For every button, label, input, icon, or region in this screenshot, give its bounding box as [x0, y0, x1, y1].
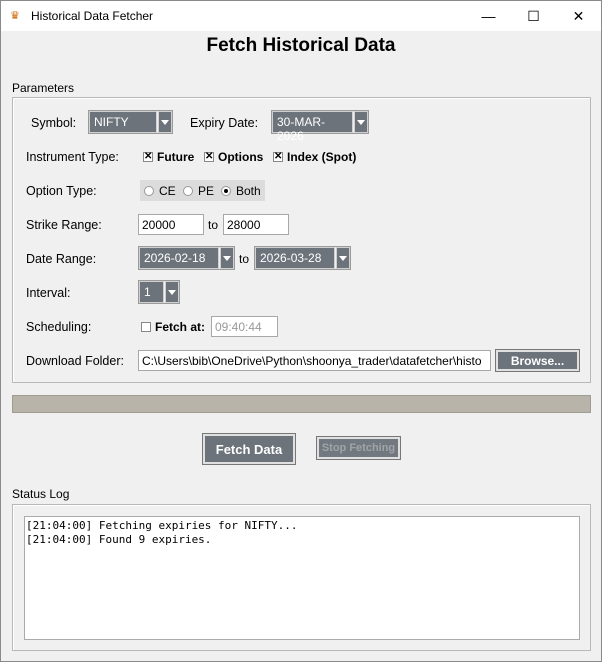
scheduling-label: Scheduling:	[26, 320, 92, 334]
symbol-label: Symbol:	[31, 116, 77, 130]
index-spot-checkbox[interactable]: ✕ Index (Spot)	[273, 150, 356, 164]
radio-ce[interactable]: CE	[140, 180, 180, 201]
future-label: Future	[157, 150, 195, 164]
instrument-type-label: Instrument Type:	[26, 150, 119, 164]
fetch-at-label: Fetch at:	[155, 320, 206, 334]
chevron-down-icon[interactable]	[165, 281, 179, 303]
strike-from-input[interactable]: 20000	[138, 214, 204, 235]
parameters-label: Parameters	[12, 81, 75, 95]
log-line: [21:04:00] Fetching expiries for NIFTY..…	[26, 519, 298, 532]
radio-ce-label: CE	[159, 183, 176, 198]
symbol-combobox[interactable]: NIFTY	[88, 110, 173, 134]
log-line: [21:04:00] Found 9 expiries.	[26, 533, 212, 546]
browse-button[interactable]: Browse...	[495, 349, 580, 372]
maximize-button[interactable]: ☐	[511, 1, 556, 31]
symbol-value: NIFTY	[89, 111, 157, 133]
expiry-combobox[interactable]: 30-MAR-2026	[271, 110, 369, 143]
strike-to-input[interactable]: 28000	[223, 214, 289, 235]
title-bar: ♛ Historical Data Fetcher — ☐ ✕	[1, 1, 601, 31]
progress-bar	[12, 395, 591, 413]
options-checkbox[interactable]: ✕ Options	[204, 150, 263, 164]
checkbox-unchecked-icon	[141, 322, 151, 332]
download-folder-input[interactable]: C:\Users\bib\OneDrive\Python\shoonya_tra…	[138, 350, 491, 371]
date-range-label: Date Range:	[26, 252, 97, 266]
options-label: Options	[218, 150, 264, 164]
page-title: Fetch Historical Data	[206, 35, 396, 56]
interval-value: 1	[139, 281, 164, 303]
download-folder-label: Download Folder:	[26, 354, 124, 368]
window-title: Historical Data Fetcher	[31, 9, 154, 23]
date-to-label: to	[239, 252, 250, 266]
chevron-down-icon[interactable]	[220, 247, 234, 269]
status-log-textarea[interactable]: [21:04:00] Fetching expiries for NIFTY..…	[24, 516, 580, 640]
minimize-button[interactable]: —	[466, 1, 511, 31]
date-to-combobox[interactable]: 2026-03-28	[254, 246, 351, 270]
chevron-down-icon[interactable]	[354, 111, 368, 133]
index-spot-label: Index (Spot)	[287, 150, 357, 164]
radio-icon	[183, 185, 193, 196]
app-icon: ♛	[10, 10, 20, 22]
fetch-at-time-input[interactable]: 09:40:44	[211, 316, 278, 337]
radio-both[interactable]: Both	[217, 180, 265, 201]
fetch-data-button[interactable]: Fetch Data	[202, 433, 296, 465]
checkbox-checked-icon: ✕	[273, 151, 283, 162]
option-type-label: Option Type:	[26, 184, 97, 198]
chevron-down-icon[interactable]	[158, 111, 172, 133]
radio-icon	[144, 185, 154, 196]
date-to-value: 2026-03-28	[255, 247, 335, 269]
checkbox-checked-icon: ✕	[143, 151, 153, 162]
date-from-value: 2026-02-18	[139, 247, 219, 269]
expiry-value: 30-MAR-2026	[272, 111, 353, 143]
fetch-at-checkbox[interactable]: Fetch at:	[141, 320, 205, 334]
strike-range-label: Strike Range:	[26, 218, 102, 232]
date-from-combobox[interactable]: 2026-02-18	[138, 246, 235, 270]
chevron-down-icon[interactable]	[336, 247, 350, 269]
radio-pe[interactable]: PE	[179, 180, 219, 201]
radio-pe-label: PE	[198, 183, 215, 198]
interval-combobox[interactable]: 1	[138, 280, 180, 304]
expiry-label: Expiry Date:	[190, 116, 259, 130]
radio-selected-icon	[221, 185, 231, 196]
strike-to-label: to	[208, 218, 219, 232]
status-log-label: Status Log	[12, 487, 70, 501]
future-checkbox[interactable]: ✕ Future	[143, 150, 194, 164]
stop-fetching-button[interactable]: Stop Fetching	[316, 436, 401, 460]
close-button[interactable]: ✕	[556, 1, 601, 31]
interval-label: Interval:	[26, 286, 71, 300]
radio-both-label: Both	[236, 183, 261, 198]
checkbox-checked-icon: ✕	[204, 151, 214, 162]
